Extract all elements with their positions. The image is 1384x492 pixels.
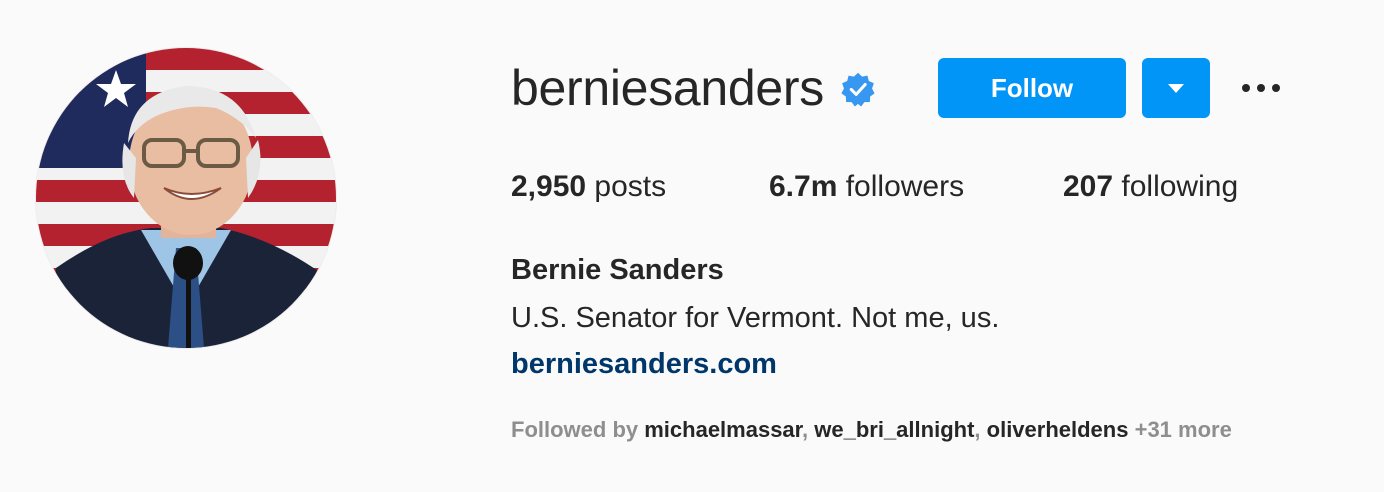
full-name: Bernie Sanders [511,254,724,286]
website-link[interactable]: berniesanders.com [511,344,777,384]
follow-button[interactable]: Follow [938,58,1126,118]
posts-label: posts [586,170,667,203]
profile-header: berniesanders Follow 2,950 posts 6.7m fo… [0,0,1384,492]
followed-by-separator: , [974,417,987,442]
following-link[interactable]: 207 following [1063,166,1238,208]
chevron-down-icon [1168,83,1184,93]
following-label: following [1113,170,1239,203]
followed-by-user[interactable]: michaelmassar [644,417,802,442]
suggestions-dropdown-button[interactable] [1142,58,1210,118]
profile-avatar[interactable] [36,48,336,348]
followers-number: 6.7m [769,170,838,203]
following-number: 207 [1063,170,1114,203]
posts-count: 2,950 posts [511,166,666,208]
followed-by-prefix: Followed by [511,417,645,442]
posts-number: 2,950 [511,170,587,203]
followed-by-more[interactable]: +31 more [1128,417,1232,442]
followers-label: followers [837,170,965,203]
more-options-button[interactable] [1233,68,1289,108]
verified-badge-icon [841,72,875,107]
followers-link[interactable]: 6.7m followers [769,166,964,208]
bio-text: U.S. Senator for Vermont. Not me, us. [511,302,1000,334]
followed-by-separator: , [802,417,815,442]
followed-by: Followed by michaelmassar, we_bri_allnig… [511,414,1232,446]
title-row: berniesanders [511,58,876,118]
more-options-icon [1257,84,1265,92]
username: berniesanders [511,60,824,116]
followed-by-user[interactable]: we_bri_allnight [814,417,974,442]
profile-info: berniesanders Follow 2,950 posts 6.7m fo… [511,0,1351,492]
more-options-icon [1272,84,1280,92]
followed-by-user[interactable]: oliverheldens [987,417,1129,442]
more-options-icon [1242,84,1250,92]
